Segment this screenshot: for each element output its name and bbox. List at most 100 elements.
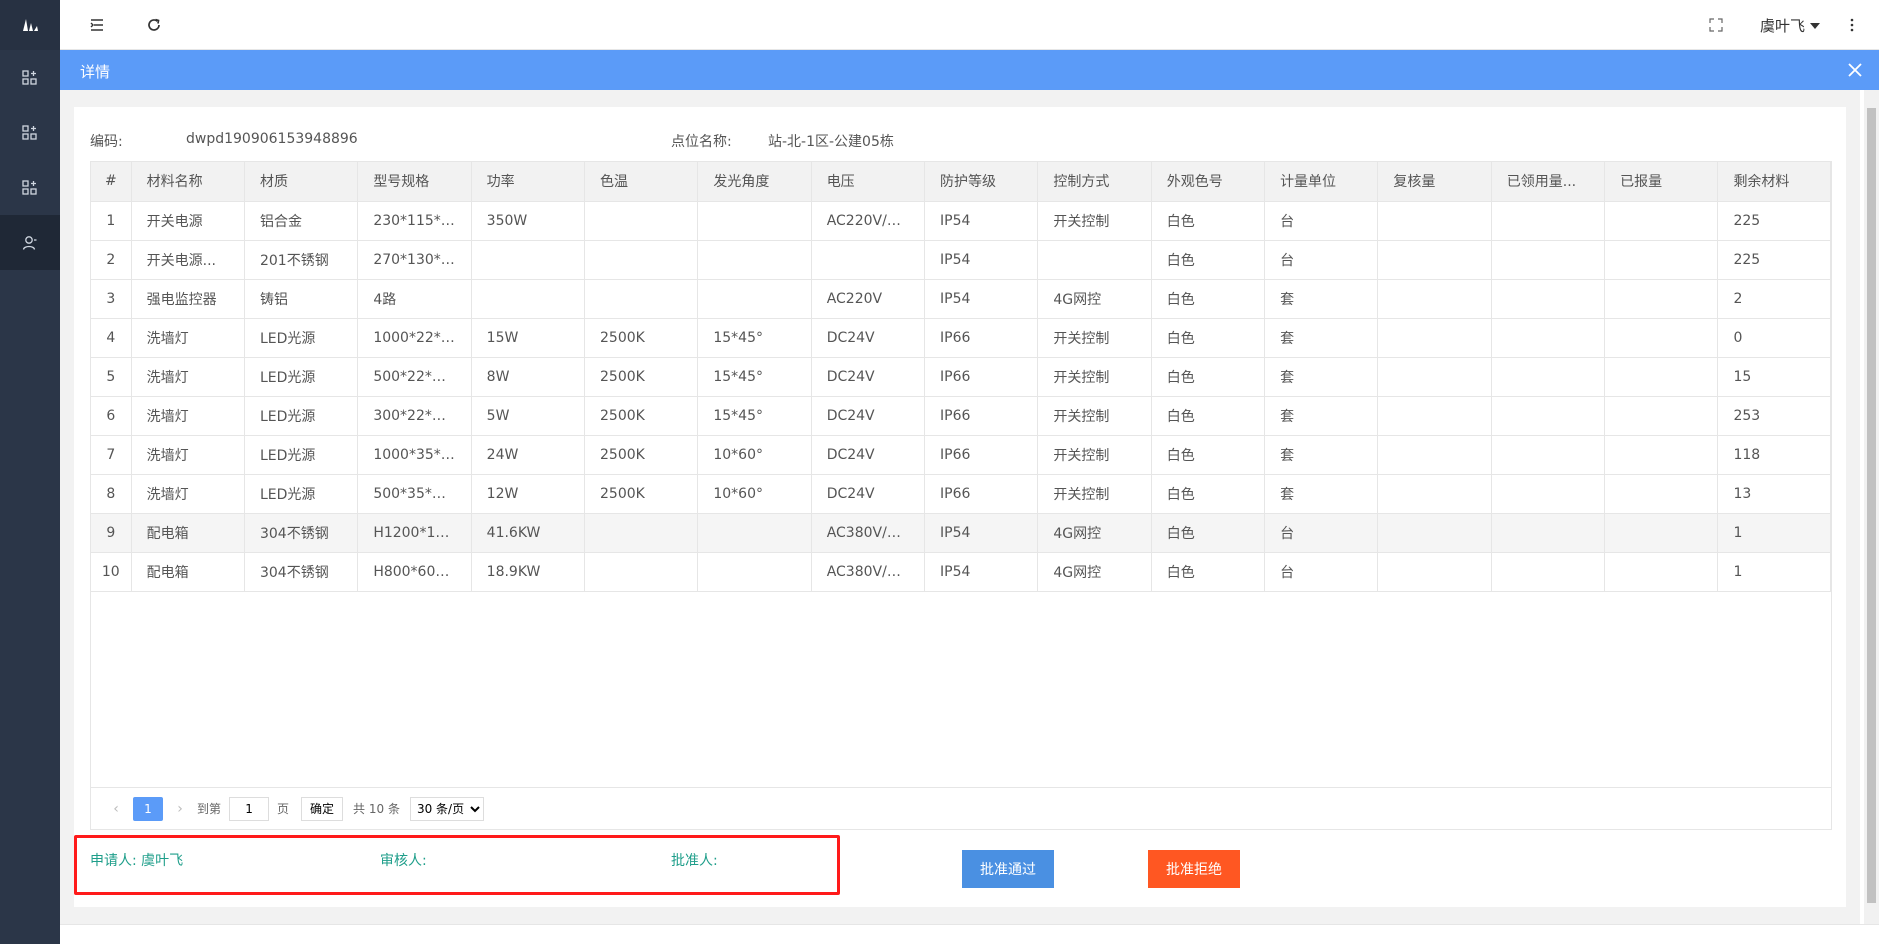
table-cell: 2 (91, 240, 132, 280)
table-row[interactable]: 1 开关电源 铝合金 230*115*H... 350W AC220V/D... IP54 开… (91, 201, 1831, 241)
column-header: 发光角度 (697, 162, 812, 202)
table-cell: 13 (1717, 474, 1831, 514)
table-cell: 12W (471, 474, 586, 514)
table-cell: 5 (91, 357, 132, 397)
column-header: 功率 (471, 162, 586, 202)
table-row[interactable]: 9 配电箱 304不锈钢 H1200*10... 41.6KW AC380V/A... IP… (91, 513, 1831, 553)
table-cell: 1000*22*H... (357, 318, 472, 358)
table-cell: IP66 (924, 435, 1039, 475)
table-cell: 洗墙灯 (131, 435, 245, 475)
current-page[interactable]: 1 (133, 796, 163, 821)
table-cell (1377, 474, 1492, 514)
user-menu[interactable]: 虞叶飞 (1760, 15, 1821, 36)
table-cell: IP54 (924, 201, 1039, 241)
detail-card: 编码: dwpd190906153948896 点位名称: 站-北-1区-公建0… (74, 107, 1846, 907)
table-cell: 1 (1717, 513, 1831, 553)
table-cell: 套 (1264, 435, 1379, 475)
table-cell: DC24V (811, 396, 926, 436)
table-row[interactable]: 6 洗墙灯 LED光源 300*22*H4... 5W 2500K 15*45° DC24V I… (91, 396, 1831, 436)
table-cell: 500*22*H4... (357, 357, 472, 397)
more-vertical-icon[interactable] (1842, 15, 1862, 35)
table-cell: 253 (1717, 396, 1831, 436)
table-cell: IP66 (924, 357, 1039, 397)
table-cell: 白色 (1151, 240, 1266, 280)
sidebar-item-1[interactable] (0, 50, 60, 105)
table-cell: IP54 (924, 240, 1039, 280)
table-row[interactable]: 10 配电箱 304不锈钢 H800*600*... 18.9KW AC380V/A...… (91, 552, 1831, 592)
table-cell: DC24V (811, 357, 926, 397)
refresh-icon[interactable] (144, 15, 164, 35)
table-cell: LED光源 (244, 396, 359, 436)
page-size-select[interactable]: 30 条/页 (409, 796, 484, 821)
table-cell: 4路 (357, 279, 472, 319)
point-name-label: 点位名称: (671, 134, 732, 150)
table-cell: H800*600*... (357, 552, 472, 592)
table-row[interactable]: 2 开关电源... 201不锈钢 270*130*H... IP54 白色台 225 (91, 240, 1831, 280)
goto-confirm-button[interactable]: 确定 (301, 796, 344, 821)
next-page-icon[interactable]: › (169, 801, 191, 817)
table-row[interactable]: 5 洗墙灯 LED光源 500*22*H4... 8W 2500K 15*45° DC24V I… (91, 357, 1831, 397)
table-cell (584, 552, 699, 592)
sidebar-item-3[interactable] (0, 160, 60, 215)
approve-button[interactable]: 批准通过 (962, 850, 1054, 888)
table-cell (697, 513, 812, 553)
grid-add-icon (22, 179, 37, 195)
scrollbar-thumb[interactable] (1867, 108, 1876, 903)
table-cell: 230*115*H... (357, 201, 472, 241)
table-cell: LED光源 (244, 318, 359, 358)
table-cell (471, 240, 586, 280)
table-cell: 4G网控 (1037, 552, 1152, 592)
table-cell: IP54 (924, 279, 1039, 319)
reject-button[interactable]: 批准拒绝 (1148, 850, 1240, 888)
column-header: 计量单位 (1264, 162, 1379, 202)
code-value: dwpd190906153948896 (186, 131, 358, 147)
sidebar-item-2[interactable] (0, 105, 60, 160)
table-cell (1604, 435, 1719, 475)
table-cell: 2500K (584, 474, 699, 514)
table-row[interactable]: 8 洗墙灯 LED光源 500*35*H5... 12W 2500K 10*60° DC24V… (91, 474, 1831, 514)
top-bar: 虞叶飞 (60, 0, 1879, 50)
table-cell: 8 (91, 474, 132, 514)
table-cell (1491, 357, 1606, 397)
table-cell (697, 201, 812, 241)
column-header: 色温 (584, 162, 699, 202)
modal-title: 详情 (80, 63, 111, 81)
goto-page-input[interactable] (229, 796, 270, 821)
table-cell: 套 (1264, 279, 1379, 319)
table-cell: 强电监控器 (131, 279, 245, 319)
table-cell: 白色 (1151, 396, 1266, 436)
table-cell: 1 (91, 201, 132, 241)
table-cell (584, 513, 699, 553)
table-header-row: # 材料名称 材质 型号规格 功率 色温 发光角度 电压 防护等级 控制方式 外观色号 计量单位 复核量… (91, 162, 1831, 202)
caret-down-icon (1810, 22, 1821, 29)
total-count: 共 10 条 (353, 802, 400, 816)
table-cell (1377, 357, 1492, 397)
table-cell: 台 (1264, 201, 1379, 241)
table-cell: 300*22*H4... (357, 396, 472, 436)
column-header: 剩余材料 (1717, 162, 1831, 202)
table-cell (1604, 279, 1719, 319)
column-header: 已领用量... (1491, 162, 1606, 202)
table-row[interactable]: 3 强电监控器 铸铝 4路 AC220V IP54 4G网控 白色套 2 (91, 279, 1831, 319)
table-cell: 15*45° (697, 357, 812, 397)
table-cell (471, 279, 586, 319)
prev-page-icon[interactable]: ‹ (105, 801, 127, 817)
table-cell: 18.9KW (471, 552, 586, 592)
close-icon[interactable] (1845, 60, 1865, 80)
table-cell (1491, 474, 1606, 514)
scrollbar[interactable] (1864, 90, 1879, 924)
table-cell: 15*45° (697, 396, 812, 436)
table-cell: 白色 (1151, 474, 1266, 514)
table-cell (1604, 474, 1719, 514)
table-cell: DC24V (811, 435, 926, 475)
table-cell (1377, 201, 1492, 241)
table-row[interactable]: 7 洗墙灯 LED光源 1000*35*H... 24W 2500K 10*60° DC24V… (91, 435, 1831, 475)
table-row[interactable]: 4 洗墙灯 LED光源 1000*22*H... 15W 2500K 15*45° DC24V… (91, 318, 1831, 358)
table-cell: 开关电源... (131, 240, 245, 280)
fullscreen-icon[interactable] (1706, 15, 1726, 35)
sidebar (0, 0, 60, 944)
table-cell: 10*60° (697, 435, 812, 475)
sidebar-item-users[interactable] (0, 215, 60, 270)
menu-toggle-icon[interactable] (88, 15, 108, 35)
table-cell (1377, 396, 1492, 436)
